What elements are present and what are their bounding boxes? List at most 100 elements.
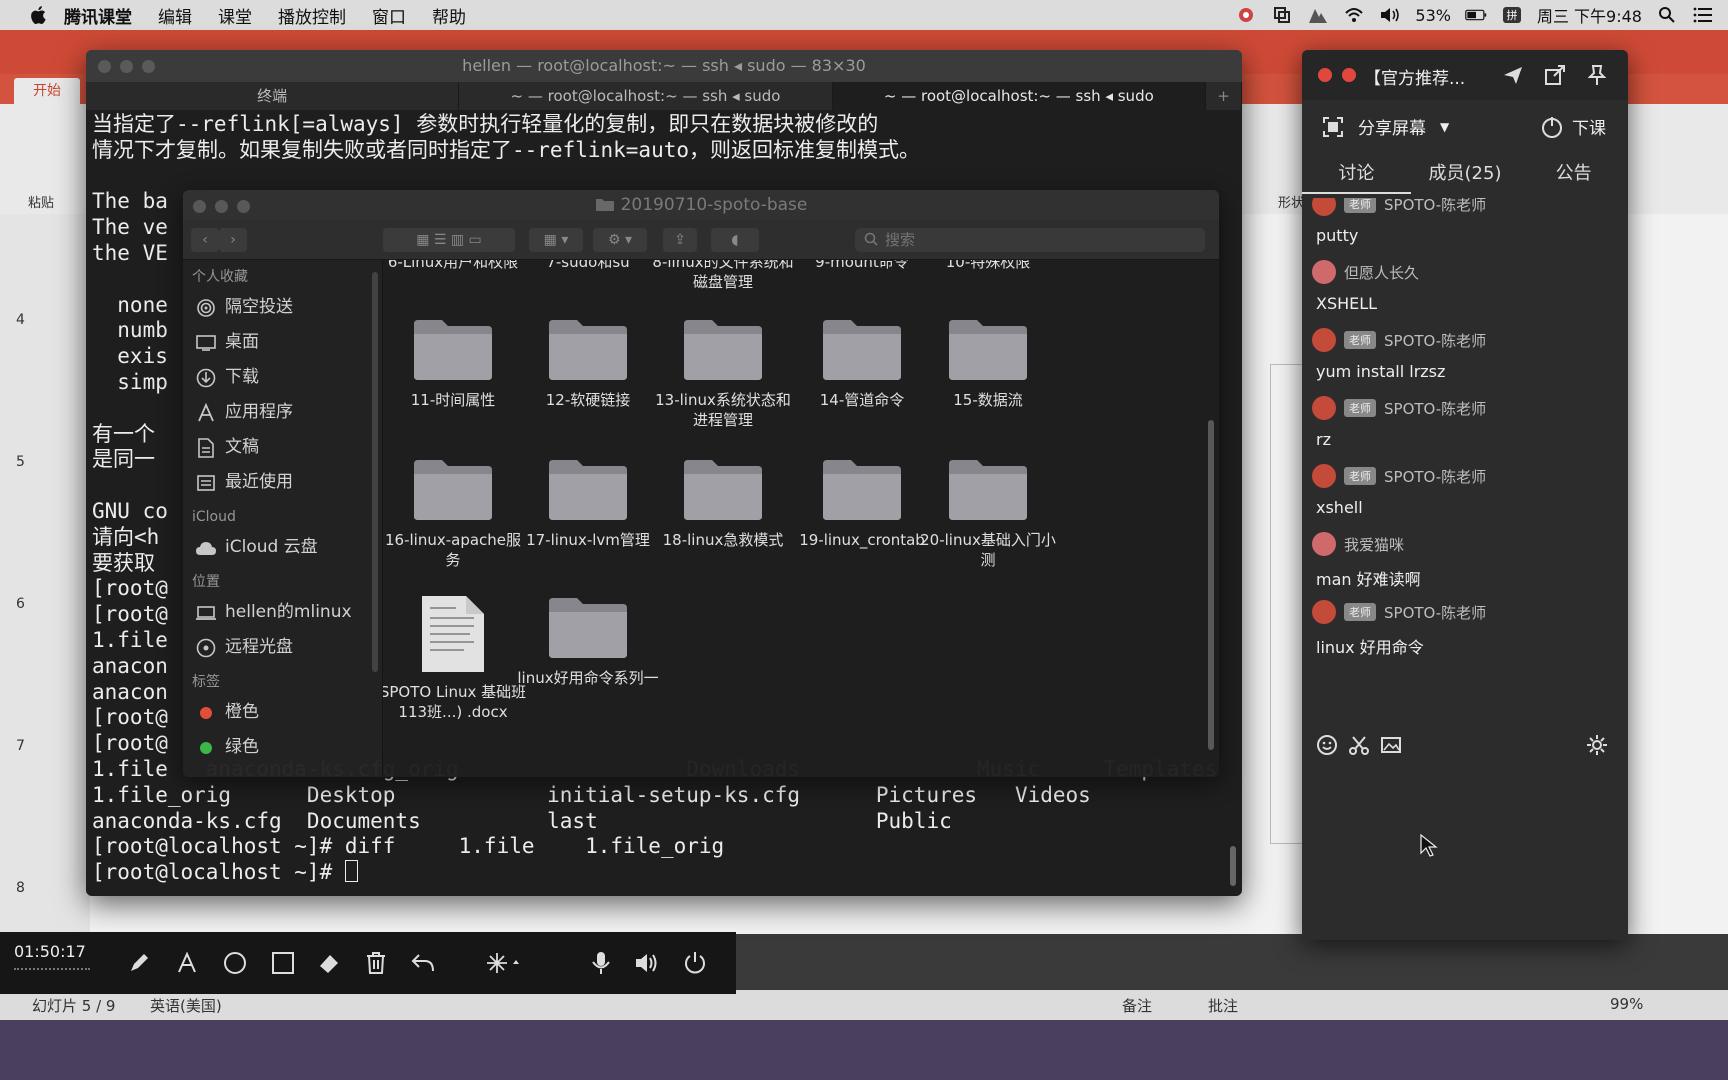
folder-item[interactable]: 8-linux的文件系统和磁盘管理: [648, 260, 798, 292]
folder-item[interactable]: 15-数据流: [913, 316, 1063, 410]
menu-help[interactable]: 帮助: [432, 3, 466, 28]
gear-flower-icon[interactable]: [1235, 6, 1257, 24]
zoom-button[interactable]: [142, 60, 155, 73]
share-icon[interactable]: [1544, 64, 1566, 86]
notification-center-icon[interactable]: [1692, 6, 1714, 24]
chat-message[interactable]: 老师 SPOTO-陈老师 rz: [1312, 394, 1602, 449]
paste-button[interactable]: 粘贴: [28, 192, 54, 211]
terminal-tab[interactable]: ~ — root@localhost:~ — ssh ◂ sudo: [459, 82, 833, 110]
rectangle-icon[interactable]: [270, 950, 296, 976]
finder-window[interactable]: 20190710-spoto-base ‹ › ▦ ☰ ▥ ▭ ▦ ▾ ⚙ ▾ …: [183, 190, 1219, 777]
chat-message[interactable]: 但愿人长久 XSHELL: [1312, 258, 1602, 313]
close-button[interactable]: [98, 60, 111, 73]
pen-icon[interactable]: [126, 950, 152, 976]
image-icon[interactable]: [1380, 734, 1402, 756]
sidebar-item[interactable]: 最近使用: [183, 465, 382, 500]
microphone-icon[interactable]: [588, 950, 614, 976]
new-tab-button[interactable]: +: [1206, 82, 1242, 110]
tab-announcement[interactable]: 公告: [1519, 154, 1628, 194]
avatar[interactable]: [1312, 532, 1336, 556]
folder-item[interactable]: 11-时间属性: [383, 316, 528, 410]
menu-playback[interactable]: 播放控制: [278, 3, 346, 28]
text-icon[interactable]: [174, 950, 200, 976]
sidebar-item[interactable]: 远程光盘: [183, 630, 382, 665]
terminal-tab[interactable]: 终端: [86, 82, 460, 110]
sidebar-item[interactable]: 隔空投送: [183, 290, 382, 325]
sidebar-item[interactable]: 文稿: [183, 430, 382, 465]
folder-item[interactable]: 18-linux急救模式: [648, 456, 798, 550]
folder-item[interactable]: 13-linux系统状态和进程管理: [648, 316, 798, 430]
slide-number[interactable]: 5: [16, 454, 25, 470]
chat-message[interactable]: 老师 SPOTO-陈老师 yum install lrzsz: [1312, 326, 1602, 381]
sidebar-item[interactable]: 橙色: [183, 695, 382, 730]
laser-pointer-icon[interactable]: [484, 950, 524, 976]
share-screen-button[interactable]: 分享屏幕 ▼: [1322, 114, 1449, 139]
terminal-titlebar[interactable]: hellen — root@localhost:~ — ssh ◂ sudo —…: [86, 50, 1242, 82]
tags-button[interactable]: ◖: [711, 228, 759, 252]
finder-content[interactable]: 6-Linux用户和权限 7-sudo和su 8-linux的文件系统和磁盘管理 9-…: [383, 260, 1219, 777]
spotlight-search-icon[interactable]: [1656, 6, 1678, 24]
trash-icon[interactable]: [363, 950, 389, 976]
share-button[interactable]: ⇪: [663, 228, 697, 252]
ppt-tab-home[interactable]: 开始: [14, 78, 80, 104]
forward-button[interactable]: ›: [219, 228, 247, 252]
avatar[interactable]: [1312, 396, 1336, 420]
tab-members[interactable]: 成员(25): [1411, 154, 1520, 194]
settings-gear-icon[interactable]: [1586, 734, 1608, 756]
apple-icon[interactable]: [28, 4, 50, 26]
mountain-icon[interactable]: [1307, 6, 1329, 24]
eraser-icon[interactable]: [316, 950, 342, 976]
folder-item[interactable]: 10-特殊权限: [913, 260, 1063, 272]
minimize-button[interactable]: [120, 60, 133, 73]
avatar[interactable]: [1312, 328, 1336, 352]
chat-message[interactable]: 老师 SPOTO-陈老师 putty: [1312, 198, 1602, 245]
chat-input[interactable]: [1302, 766, 1628, 940]
folder-item[interactable]: linux好用命令系列一: [513, 594, 663, 688]
clock[interactable]: 周三 下午9:48: [1537, 3, 1642, 27]
wifi-icon[interactable]: [1343, 6, 1365, 24]
language-indicator[interactable]: 英语(美国): [150, 995, 222, 1016]
comments-button[interactable]: 批注: [1208, 995, 1238, 1016]
record-indicator[interactable]: [1342, 68, 1356, 82]
sidebar-item[interactable]: iCloud 云盘: [183, 530, 382, 565]
slide-number[interactable]: 6: [16, 596, 25, 612]
battery-icon[interactable]: [1465, 6, 1487, 24]
avatar[interactable]: [1312, 198, 1336, 216]
input-method-icon[interactable]: 拼: [1501, 6, 1523, 24]
folder-item[interactable]: 16-linux-apache服务: [383, 456, 528, 570]
volume-icon[interactable]: [1379, 6, 1401, 24]
zoom-button[interactable]: [237, 200, 250, 213]
slide-number[interactable]: 4: [16, 312, 25, 328]
folder-item[interactable]: 6-Linux用户和权限: [383, 260, 528, 272]
chat-message[interactable]: 老师 SPOTO-陈老师 linux 好用命令: [1312, 598, 1602, 658]
pin-icon[interactable]: [1586, 64, 1608, 86]
content-scrollbar[interactable]: [1208, 420, 1214, 750]
menu-app-name[interactable]: 腾讯课堂: [64, 3, 132, 28]
sidebar-item[interactable]: 桌面: [183, 325, 382, 360]
folder-item[interactable]: 20-linux基础入门小测: [913, 456, 1063, 570]
finder-titlebar[interactable]: 20190710-spoto-base: [183, 190, 1219, 220]
chat-list[interactable]: 老师 SPOTO-陈老师 putty 但愿人长久 XSHELL 老师 SPOTO-陈老师 yu…: [1302, 198, 1628, 718]
action-gear-button[interactable]: ⚙ ▾: [593, 228, 647, 252]
folder-item[interactable]: 7-sudo和su: [513, 260, 663, 272]
tab-discussion[interactable]: 讨论: [1302, 154, 1411, 194]
send-icon[interactable]: [1502, 64, 1524, 86]
screen-capture-icon[interactable]: [1271, 6, 1293, 24]
notes-button[interactable]: 备注: [1122, 995, 1152, 1016]
folder-item[interactable]: 12-软硬链接: [513, 316, 663, 410]
zoom-level[interactable]: 99%: [1610, 995, 1643, 1013]
minimize-button[interactable]: [215, 200, 228, 213]
chat-message[interactable]: 我爱猫咪 man 好难读啊: [1312, 530, 1602, 590]
search-input[interactable]: 搜索: [855, 228, 1205, 252]
emoji-icon[interactable]: [1316, 734, 1338, 756]
avatar[interactable]: [1312, 600, 1336, 624]
undo-icon[interactable]: [410, 950, 436, 976]
view-mode-segmented[interactable]: ▦ ☰ ▥ ▭: [383, 228, 515, 252]
document-item[interactable]: SPOTO Linux 基础班113班...) .docx: [383, 594, 528, 722]
menu-edit[interactable]: 编辑: [158, 3, 192, 28]
slide-number[interactable]: 8: [16, 880, 25, 896]
close-button[interactable]: [1318, 68, 1332, 82]
scissors-icon[interactable]: [1348, 734, 1370, 756]
circle-icon[interactable]: [222, 950, 248, 976]
close-button[interactable]: [193, 200, 206, 213]
